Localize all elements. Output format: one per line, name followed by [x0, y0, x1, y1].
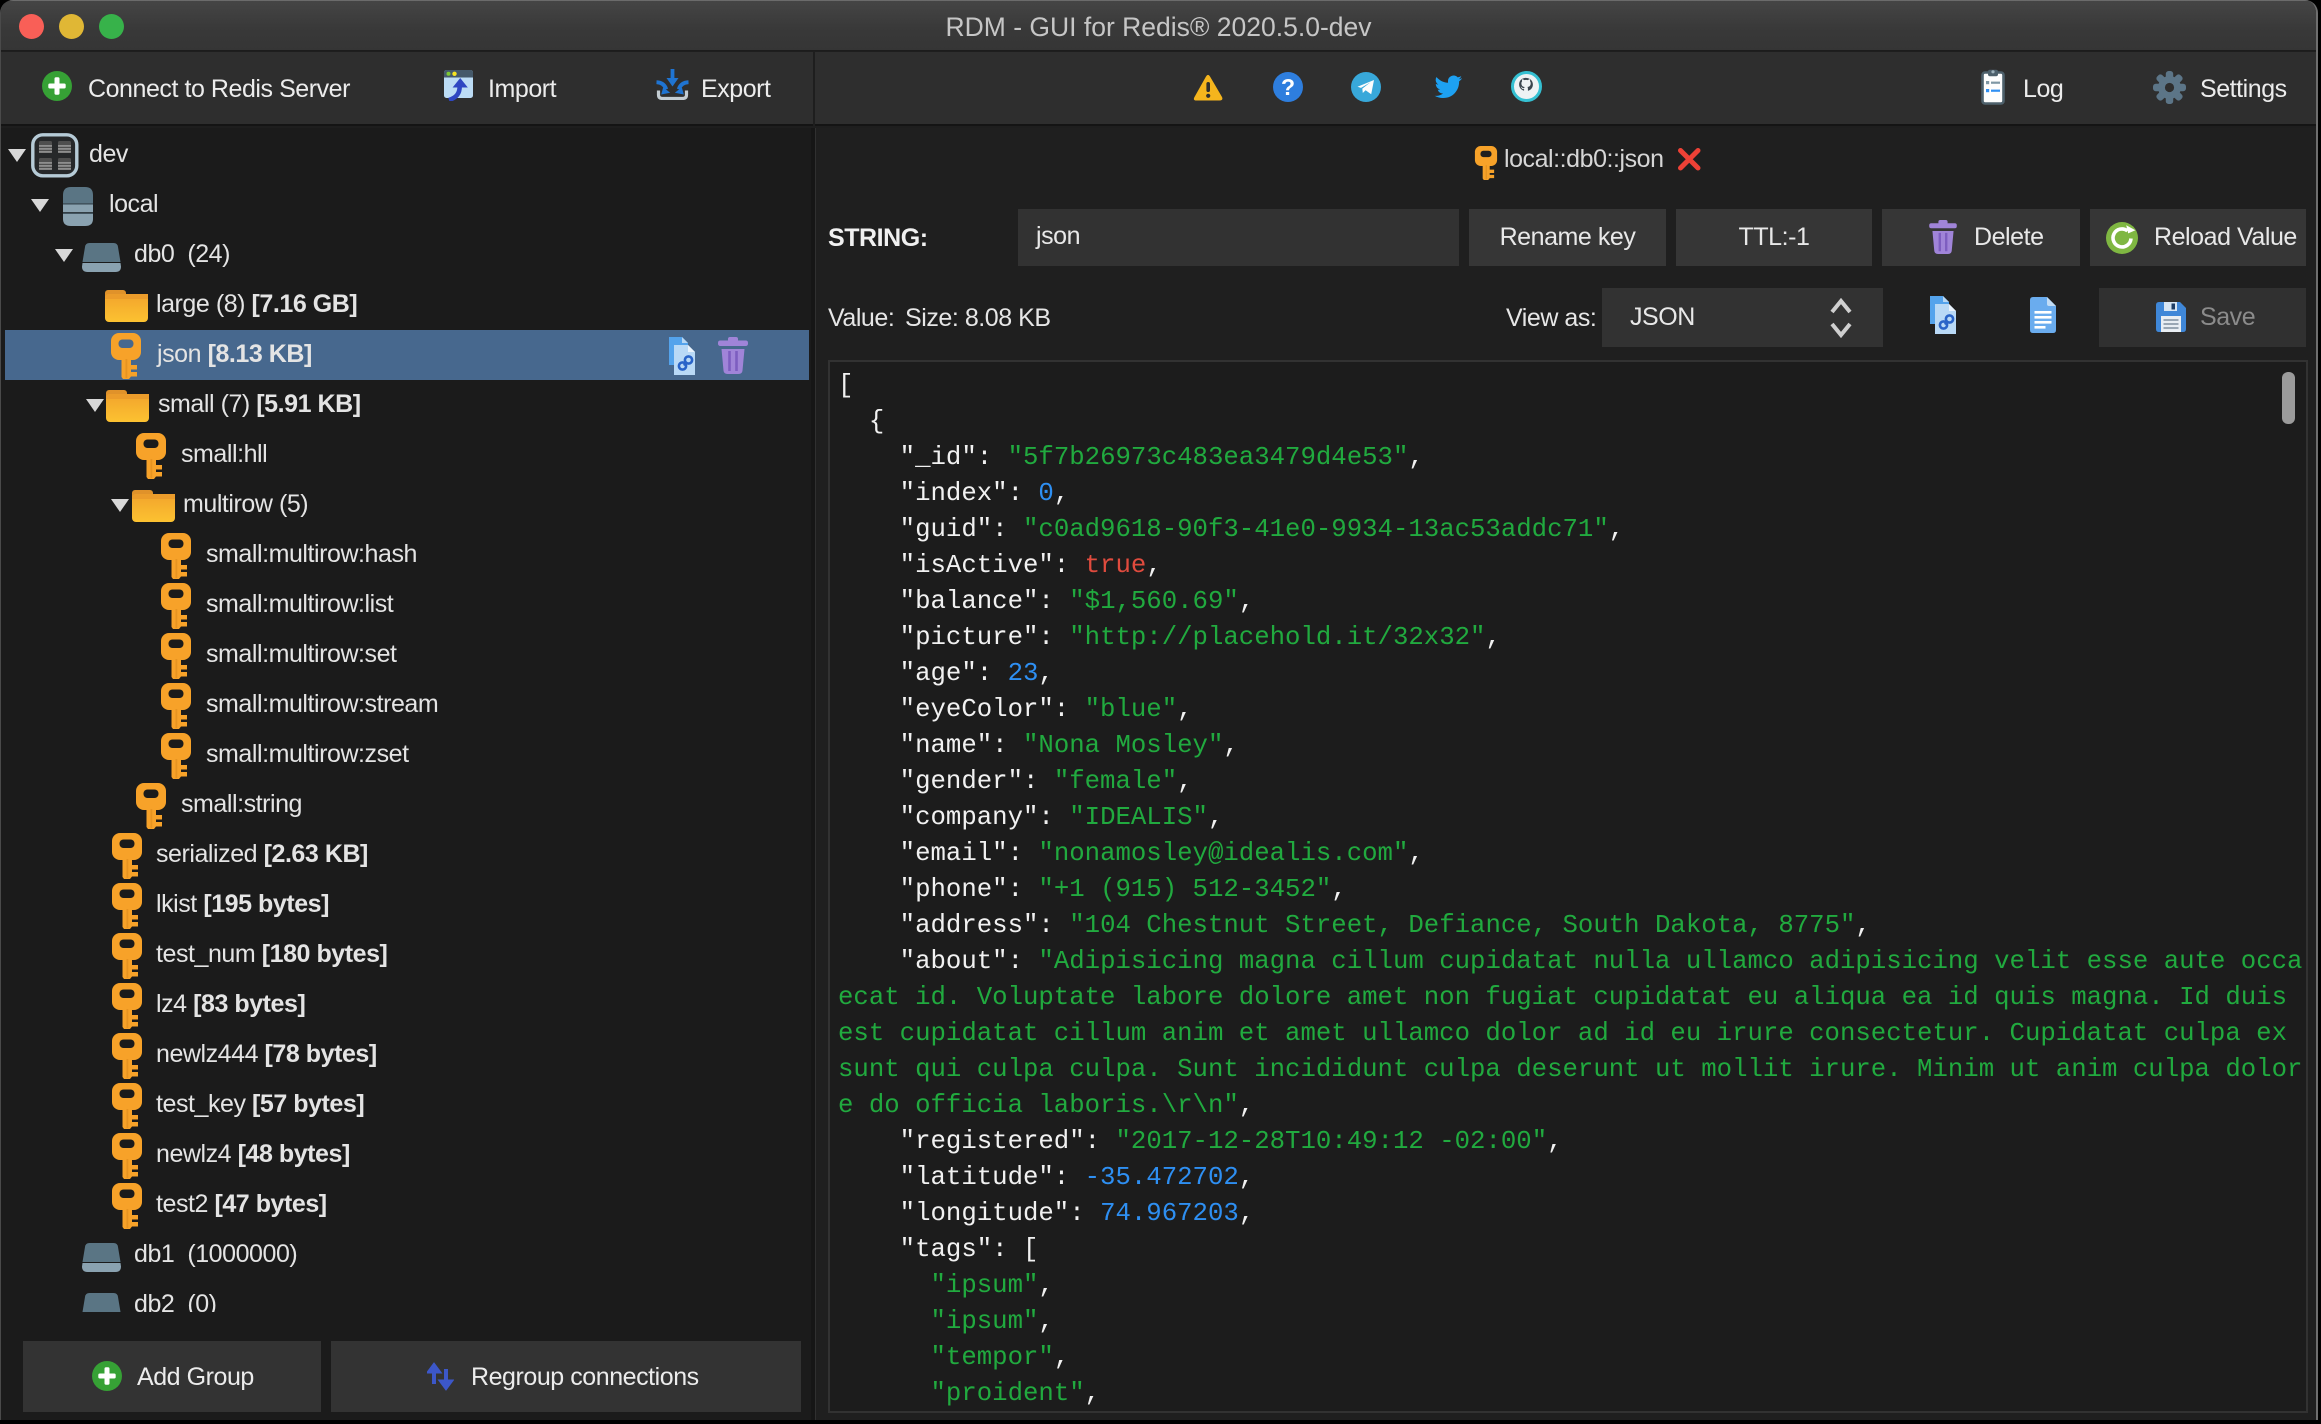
- svg-text:?: ?: [1281, 74, 1295, 100]
